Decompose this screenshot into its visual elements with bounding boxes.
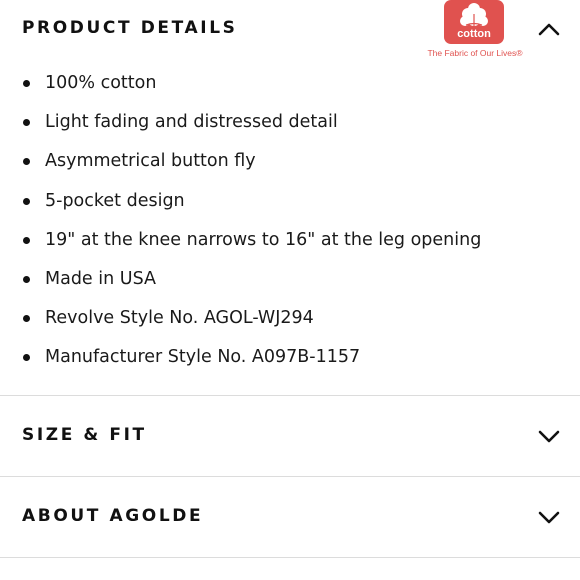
chevron-down-icon[interactable]: [536, 504, 562, 530]
bullet-icon: [23, 315, 30, 323]
list-item-text: Light fading and distressed detail: [45, 112, 338, 133]
divider: [0, 476, 580, 477]
bullet-icon: [23, 158, 30, 166]
chevron-up-icon[interactable]: [536, 16, 562, 42]
list-item: Light fading and distressed detail: [0, 103, 580, 142]
bullet-icon: [23, 197, 30, 205]
bullet-icon: [23, 80, 30, 87]
list-item-text: 19" at the knee narrows to 16" at the le…: [45, 229, 482, 250]
about-brand-title: ABOUT AGOLDE: [22, 506, 204, 526]
cotton-badge-icon: cotton: [444, 0, 504, 44]
list-item: 5-pocket design: [0, 182, 580, 221]
list-item-text: Made in USA: [45, 268, 156, 289]
size-fit-title: SIZE & FIT: [22, 425, 147, 445]
cotton-tagline: The Fabric of Our Lives®: [427, 48, 523, 58]
bullet-icon: [23, 119, 30, 127]
svg-text:cotton: cotton: [457, 28, 491, 40]
cotton-logo: cotton The Fabric of Our Lives®: [420, 0, 530, 62]
list-item: 19" at the knee narrows to 16" at the le…: [0, 221, 580, 260]
list-item-text: 100% cotton: [45, 73, 157, 93]
list-item-text: Manufacturer Style No. A097B-1157: [45, 347, 361, 368]
about-brand-header[interactable]: ABOUT AGOLDE: [0, 496, 580, 536]
list-item: Made in USA: [0, 260, 580, 299]
divider: [0, 557, 580, 558]
list-item: 100% cotton: [0, 64, 580, 103]
bullet-icon: [23, 354, 30, 362]
chevron-down-icon[interactable]: [536, 423, 562, 449]
list-item-text: Asymmetrical button fly: [45, 151, 256, 172]
size-fit-header[interactable]: SIZE & FIT: [0, 415, 580, 455]
product-accordion: PRODUCT DETAILS cotton The Fabric of Our…: [0, 0, 580, 580]
product-details-title: PRODUCT DETAILS: [22, 18, 238, 38]
list-item: Manufacturer Style No. A097B-1157: [0, 338, 580, 377]
list-item-text: 5-pocket design: [45, 190, 185, 211]
list-item: Asymmetrical button fly: [0, 142, 580, 181]
divider: [0, 395, 580, 396]
list-item: Revolve Style No. AGOL-WJ294: [0, 299, 580, 338]
bullet-icon: [23, 275, 30, 283]
list-item-text: Revolve Style No. AGOL-WJ294: [45, 308, 314, 329]
product-details-list: 100% cotton Light fading and distressed …: [0, 64, 580, 378]
bullet-icon: [23, 236, 30, 244]
